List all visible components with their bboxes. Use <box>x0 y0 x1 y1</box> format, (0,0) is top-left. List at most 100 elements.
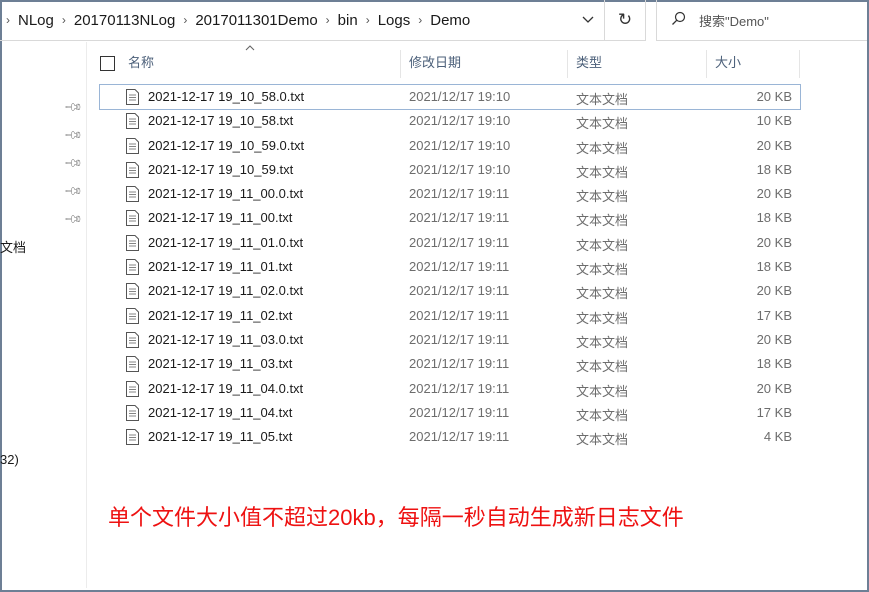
file-size: 18 KB <box>756 161 792 177</box>
pin-icon[interactable]: 📌︎ <box>63 153 84 174</box>
file-name: 2021-12-17 19_11_02.txt <box>148 307 293 323</box>
pin-icon[interactable]: 📌︎ <box>63 125 84 146</box>
file-size: 10 KB <box>756 113 792 129</box>
text-file-icon <box>126 137 139 154</box>
text-file-icon <box>126 331 139 348</box>
address-bar[interactable]: › NLog › 20170113NLog › 2017011301Demo ›… <box>0 0 604 41</box>
file-type: 文本文档 <box>576 286 629 302</box>
file-row[interactable]: 2021-12-17 19_11_04.txt 2021/12/17 19:11 文… <box>100 401 800 425</box>
file-row[interactable]: 2021-12-17 19_11_00.0.txt 2021/12/17 19:1… <box>100 182 800 206</box>
file-type: 文本文档 <box>576 334 629 350</box>
file-row[interactable]: 2021-12-17 19_11_05.txt 2021/12/17 19:11 文… <box>100 425 800 449</box>
file-modified-date: 2021/12/17 19:11 <box>409 259 510 275</box>
file-row[interactable]: 2021-12-17 19_11_01.txt 2021/12/17 19:11 文… <box>100 255 800 279</box>
file-size: 4 KB <box>763 429 792 445</box>
file-size: 17 KB <box>756 307 792 323</box>
file-size: 18 KB <box>756 259 792 275</box>
file-modified-date: 2021/12/17 19:11 <box>409 404 510 420</box>
file-modified-date: 2021/12/17 19:11 <box>409 429 510 445</box>
file-row[interactable]: 2021-12-17 19_11_02.txt 2021/12/17 19:11 文… <box>100 304 800 328</box>
file-list: 2021-12-17 19_10_58.0.txt 2021/12/17 19:1… <box>99 83 801 449</box>
breadcrumb-item-2017011301demo[interactable]: 2017011301Demo <box>189 12 323 29</box>
text-file-icon <box>126 113 139 130</box>
chevron-right-icon: › <box>183 13 188 27</box>
file-modified-date: 2021/12/17 19:11 <box>409 186 510 202</box>
file-name: 2021-12-17 19_11_03.0.txt <box>148 331 304 347</box>
file-name: 2021-12-17 19_10_58.0.txt <box>148 89 305 104</box>
file-size: 18 KB <box>756 210 792 226</box>
file-row[interactable]: 2021-12-17 19_10_58.txt 2021/12/17 19:10 文… <box>100 109 800 133</box>
breadcrumb-item-nlog[interactable]: NLog <box>12 12 60 29</box>
file-row[interactable]: 2021-12-17 19_10_59.txt 2021/12/17 19:10 文… <box>100 158 800 182</box>
file-name: 2021-12-17 19_11_03.txt <box>148 356 293 372</box>
search-icon <box>671 11 699 30</box>
file-size: 20 KB <box>756 89 792 104</box>
pin-icon[interactable]: 📌︎ <box>63 181 84 202</box>
file-name: 2021-12-17 19_10_59.txt <box>148 161 294 177</box>
file-row[interactable]: 2021-12-17 19_11_01.0.txt 2021/12/17 19:1… <box>100 231 800 255</box>
column-header-size[interactable]: 大小 <box>707 50 800 78</box>
file-type: 文本文档 <box>576 310 629 326</box>
file-modified-date: 2021/12/17 19:10 <box>409 89 511 104</box>
breadcrumb-item-logs[interactable]: Logs <box>372 12 417 29</box>
column-header-name[interactable]: 名称 <box>120 50 401 78</box>
nav-item-documents[interactable]: 文档 <box>0 237 26 256</box>
breadcrumb-item-demo[interactable]: Demo <box>424 12 476 29</box>
column-header-row: 名称 修改日期 类型 大小 <box>92 50 800 78</box>
text-file-icon <box>126 380 139 397</box>
text-file-icon <box>126 307 139 324</box>
file-row[interactable]: 2021-12-17 19_10_58.0.txt 2021/12/17 19:1… <box>99 83 801 111</box>
chevron-right-icon: › <box>6 13 10 27</box>
text-file-icon <box>126 404 139 421</box>
text-file-icon <box>126 161 139 178</box>
file-type: 文本文档 <box>576 213 629 229</box>
search-box[interactable]: 搜索"Demo" <box>656 0 867 41</box>
file-type: 文本文档 <box>576 432 629 448</box>
pin-icon[interactable]: 📌︎ <box>63 97 84 118</box>
chevron-right-icon: › <box>418 13 423 27</box>
column-header-type[interactable]: 类型 <box>568 50 707 78</box>
breadcrumb-item-bin[interactable]: bin <box>332 12 364 29</box>
file-size: 20 KB <box>756 380 792 396</box>
nav-item-drive[interactable]: 32) <box>0 452 19 467</box>
file-modified-date: 2021/12/17 19:10 <box>409 161 511 177</box>
file-modified-date: 2021/12/17 19:11 <box>409 331 510 347</box>
file-type: 文本文档 <box>576 262 629 278</box>
file-row[interactable]: 2021-12-17 19_11_00.txt 2021/12/17 19:11 文… <box>100 206 800 230</box>
refresh-button[interactable]: ↻ <box>604 0 646 41</box>
file-name: 2021-12-17 19_10_58.txt <box>148 113 294 129</box>
chevron-down-icon[interactable] <box>578 10 598 30</box>
file-row[interactable]: 2021-12-17 19_11_02.0.txt 2021/12/17 19:1… <box>100 279 800 303</box>
file-row[interactable]: 2021-12-17 19_11_03.txt 2021/12/17 19:11 文… <box>100 352 800 376</box>
file-size: 20 KB <box>756 283 792 299</box>
file-modified-date: 2021/12/17 19:11 <box>409 380 510 396</box>
file-modified-date: 2021/12/17 19:11 <box>409 234 510 250</box>
text-file-icon <box>126 283 139 300</box>
file-row[interactable]: 2021-12-17 19_11_04.0.txt 2021/12/17 19:1… <box>100 377 800 401</box>
select-all-checkbox[interactable] <box>100 56 115 71</box>
file-row[interactable]: 2021-12-17 19_11_03.0.txt 2021/12/17 19:1… <box>100 328 800 352</box>
file-name: 2021-12-17 19_11_02.0.txt <box>148 283 304 299</box>
breadcrumb: › NLog › 20170113NLog › 2017011301Demo ›… <box>4 0 476 40</box>
file-modified-date: 2021/12/17 19:10 <box>409 113 511 129</box>
file-row[interactable]: 2021-12-17 19_10_59.0.txt 2021/12/17 19:1… <box>100 134 800 158</box>
pin-icon[interactable]: 📌︎ <box>63 209 84 230</box>
search-input[interactable]: 搜索"Demo" <box>699 11 769 30</box>
file-name: 2021-12-17 19_11_01.txt <box>148 259 293 275</box>
file-name: 2021-12-17 19_11_04.txt <box>148 404 293 420</box>
navigation-pane: 📌︎ 📌︎ 📌︎ 📌︎ 📌︎ 文档 32) <box>0 42 87 588</box>
file-size: 20 KB <box>756 331 792 347</box>
file-size: 20 KB <box>756 186 792 202</box>
file-type: 文本文档 <box>576 164 629 180</box>
annotation-text: 单个文件大小值不超过20kb，每隔一秒自动生成新日志文件 <box>108 505 684 530</box>
file-modified-date: 2021/12/17 19:11 <box>409 356 510 372</box>
file-type: 文本文档 <box>576 237 629 253</box>
file-size: 17 KB <box>756 404 792 420</box>
column-header-date[interactable]: 修改日期 <box>401 50 568 78</box>
file-name: 2021-12-17 19_10_59.0.txt <box>148 137 305 153</box>
text-file-icon <box>126 356 139 373</box>
file-type: 文本文档 <box>576 407 629 423</box>
chevron-right-icon: › <box>365 13 370 27</box>
breadcrumb-item-20170113nlog[interactable]: 20170113NLog <box>68 12 181 29</box>
file-name: 2021-12-17 19_11_04.0.txt <box>148 380 304 396</box>
